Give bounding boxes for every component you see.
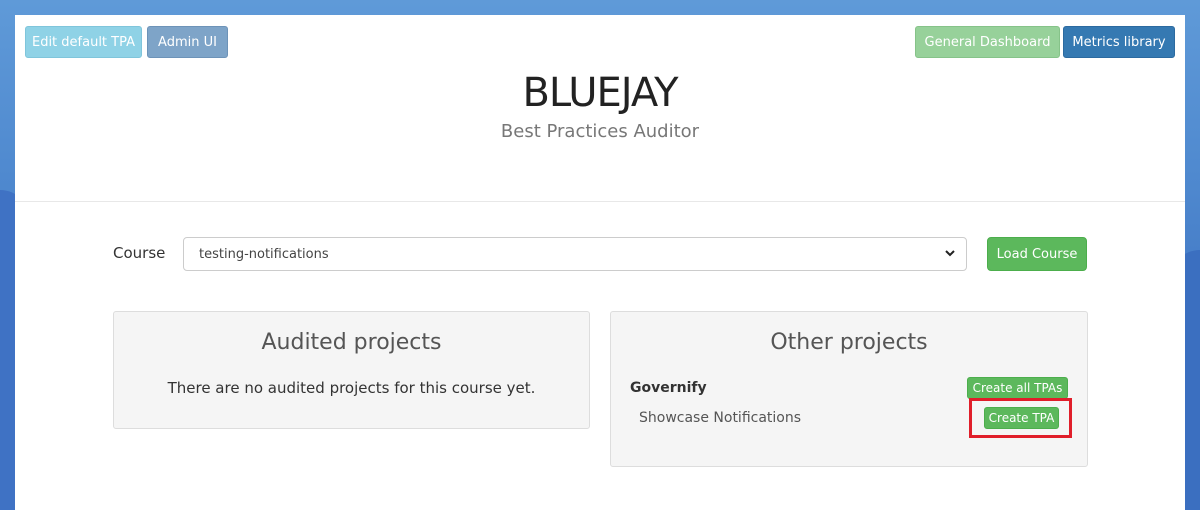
course-select[interactable]: testing-notifications [183,237,967,271]
main-panel: Edit default TPA Admin UI General Dashbo… [15,15,1185,510]
general-dashboard-button[interactable]: General Dashboard [915,26,1060,58]
course-select-value: testing-notifications [199,246,329,262]
create-all-tpas-button[interactable]: Create all TPAs [967,377,1068,399]
header-divider [15,201,1185,202]
edit-default-tpa-button[interactable]: Edit default TPA [25,26,142,58]
audited-empty-message: There are no audited projects for this c… [167,379,536,397]
other-projects-card: Other projects Governify Create all TPAs… [610,311,1088,467]
other-projects-title: Other projects [770,330,928,355]
metrics-library-button[interactable]: Metrics library [1063,26,1175,58]
chevron-down-icon [944,247,956,262]
admin-ui-button[interactable]: Admin UI [147,26,228,58]
course-label: Course [113,244,166,262]
page-title: BLUEJAY [522,70,678,116]
page-subtitle: Best Practices Auditor [500,121,700,142]
audited-projects-title: Audited projects [261,330,442,355]
project-name: Showcase Notifications [639,410,802,426]
audited-projects-card: Audited projects There are no audited pr… [113,311,590,429]
highlight-box [969,398,1072,438]
load-course-button[interactable]: Load Course [987,237,1087,271]
project-group-name: Governify [630,380,707,396]
